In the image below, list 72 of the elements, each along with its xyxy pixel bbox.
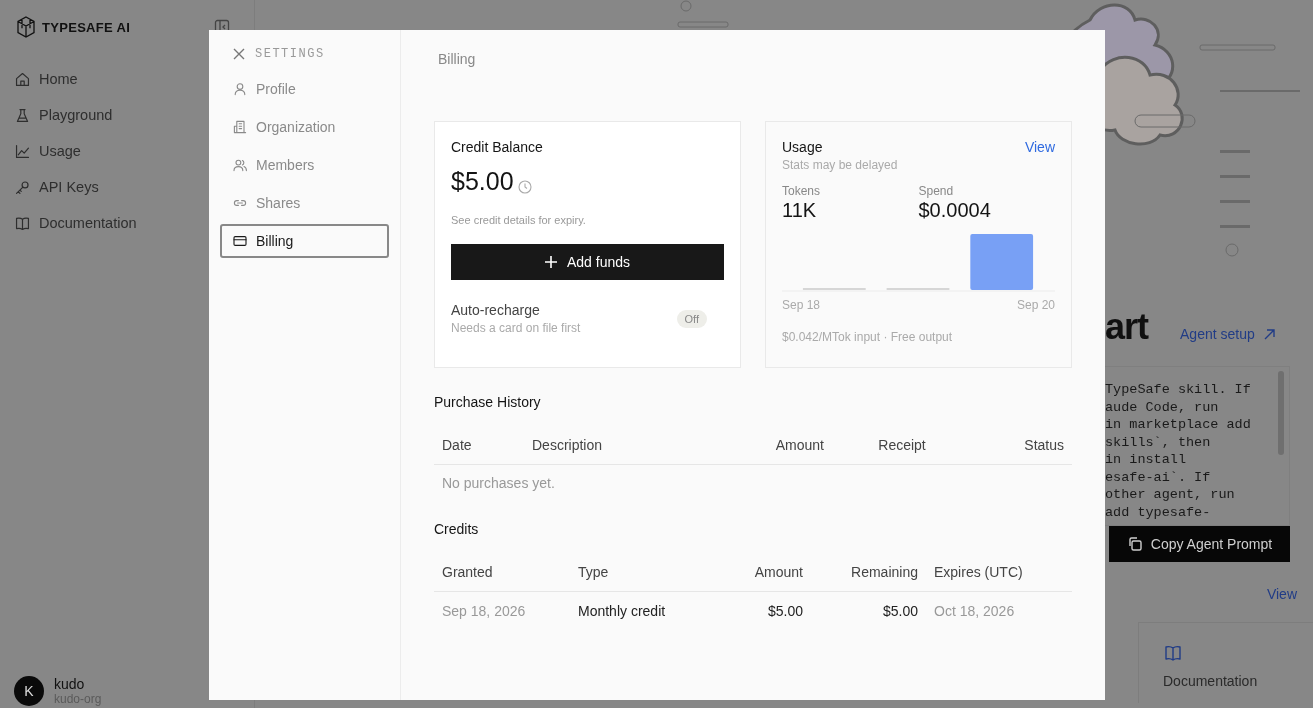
code-line: esafe-ai`. If <box>1105 468 1212 486</box>
user-icon <box>232 81 248 97</box>
column-header: Description <box>531 437 604 453</box>
code-line: aude Code, run <box>1105 398 1220 416</box>
table-cell-text: $5.00 <box>881 603 919 619</box>
stat-label: Spend <box>918 184 955 198</box>
flask-icon <box>14 106 31 124</box>
settings-title: SETTINGS <box>255 47 325 61</box>
card-title: Usage <box>782 139 823 155</box>
scrollbar[interactable] <box>1278 371 1284 455</box>
code-line: other agent, run <box>1105 486 1236 504</box>
code-line: add typesafe- <box>1105 503 1212 521</box>
table-cell-text: Monthly credit <box>577 603 667 619</box>
column-header: Amount <box>774 437 825 453</box>
column-header: Amount <box>753 564 804 580</box>
plus-icon <box>544 256 557 268</box>
section-title: Purchase History <box>434 394 542 410</box>
table-cell-text: Sep 18, 2026 <box>441 603 527 619</box>
column-header: Expires (UTC) <box>933 564 1024 580</box>
settings-nav-item[interactable]: Billing <box>220 224 389 258</box>
add-funds-button[interactable]: Add funds <box>451 244 724 280</box>
users-icon <box>232 157 248 173</box>
agent-setup-link[interactable]: Agent setup <box>1180 326 1276 342</box>
page-heading: art <box>1105 306 1149 348</box>
axis-label: Sep 18 <box>782 298 821 312</box>
column-header: Granted <box>441 564 494 580</box>
copy-icon <box>1126 536 1143 552</box>
pricing-note: $0.042/MTok input · Free output <box>782 330 954 344</box>
page-title: Billing <box>437 51 477 67</box>
usage-subtitle: Stats may be delayed <box>782 158 899 172</box>
card-title: Credit Balance <box>451 139 544 155</box>
section-title: Credits <box>434 521 480 537</box>
logo-icon <box>16 16 36 38</box>
chart-bar <box>970 234 1034 290</box>
building-icon <box>232 119 248 135</box>
documentation-link[interactable]: Documentation <box>1163 673 1313 689</box>
home-icon <box>14 70 31 88</box>
code-line: in marketplace add <box>1105 416 1252 434</box>
book-icon <box>14 214 31 232</box>
table-cell-text: Oct 18, 2026 <box>933 603 1016 619</box>
balance-amount: $5.00 <box>451 167 514 196</box>
user-name: kudo <box>54 676 86 692</box>
book-icon <box>1163 643 1183 663</box>
view-link[interactable]: View <box>1024 139 1055 155</box>
code-line: TypeSafe skill. If <box>1105 381 1252 399</box>
column-header: Type <box>577 564 610 580</box>
stat-value: $0.0004 <box>918 199 992 222</box>
key-icon <box>14 178 31 196</box>
clock-icon[interactable] <box>517 180 532 194</box>
copy-prompt-button[interactable]: Copy Agent Prompt <box>1109 526 1290 562</box>
auto-recharge-toggle[interactable]: Off <box>676 309 707 328</box>
avatar[interactable]: K <box>14 676 44 706</box>
auto-recharge-hint: Needs a card on file first <box>451 321 581 335</box>
auto-recharge-label: Auto-recharge <box>451 302 541 318</box>
table-cell-text: $5.00 <box>766 603 804 619</box>
brand-name: TYPESAFE AI <box>42 19 132 35</box>
empty-message: No purchases yet. <box>441 474 556 493</box>
stat-label: Tokens <box>782 184 822 198</box>
expiry-note: See credit details for expiry. <box>451 214 587 226</box>
column-header: Status <box>1023 437 1065 453</box>
stat-value: 11K <box>782 199 818 222</box>
external-arrow-icon <box>1262 327 1276 341</box>
code-line: in install <box>1105 451 1187 469</box>
column-header: Receipt <box>877 437 927 453</box>
chart-icon <box>14 142 31 160</box>
card-icon <box>232 233 248 249</box>
column-header: Date <box>441 437 473 453</box>
view-link[interactable]: View <box>1266 586 1297 602</box>
axis-label: Sep 20 <box>1016 298 1055 312</box>
close-icon[interactable] <box>231 46 247 62</box>
column-header: Remaining <box>850 564 919 580</box>
code-line: skills`, then <box>1105 433 1212 451</box>
